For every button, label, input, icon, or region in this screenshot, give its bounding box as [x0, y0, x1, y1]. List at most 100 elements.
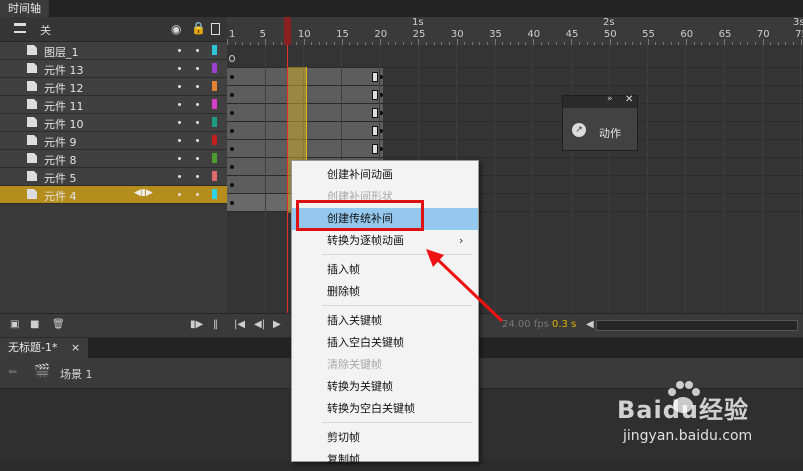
document-tab[interactable]: 无标题-1* × — [0, 338, 89, 358]
visibility-toggle[interactable] — [178, 49, 181, 52]
layer-name[interactable]: 元件 5 — [44, 170, 77, 186]
new-layer-icon[interactable]: ▣ — [10, 319, 19, 330]
document-close-button[interactable]: × — [71, 341, 80, 354]
timeline-scrollbar[interactable] — [596, 320, 798, 331]
layer-color-swatch[interactable] — [212, 99, 217, 109]
layer-row[interactable]: 元件 9 — [0, 132, 227, 150]
frame-row[interactable] — [227, 122, 803, 140]
keyframe[interactable] — [230, 147, 234, 151]
step-back-icon[interactable]: ◀| — [254, 319, 265, 330]
context-menu-item[interactable]: 转换为关键帧 — [292, 376, 478, 398]
context-menu-item[interactable]: 复制帧 — [292, 449, 478, 471]
back-arrow-icon[interactable]: ⬅ — [8, 365, 17, 378]
outline-icon[interactable] — [211, 23, 220, 35]
layer-color-swatch[interactable] — [212, 81, 217, 91]
context-menu-item[interactable]: 创建补间动画 — [292, 164, 478, 186]
lock-icon[interactable]: 🔒 — [191, 21, 206, 35]
layer-keyframe-nav-icon[interactable]: ◀▮▶ — [134, 188, 153, 198]
frame-row[interactable] — [227, 68, 803, 86]
context-menu-item[interactable]: 插入空白关键帧 — [292, 332, 478, 354]
visibility-toggle[interactable] — [178, 139, 181, 142]
layer-name[interactable]: 元件 11 — [44, 98, 84, 114]
lock-toggle[interactable] — [196, 49, 199, 52]
end-frame[interactable] — [372, 90, 378, 100]
end-frame[interactable] — [372, 126, 378, 136]
play-icon[interactable]: ▶ — [273, 319, 281, 330]
layer-row[interactable]: 元件 5 — [0, 168, 227, 186]
keyframe[interactable] — [230, 201, 234, 205]
layer-row[interactable]: 元件 4 ◀▮▶ — [0, 186, 227, 204]
layer-color-swatch[interactable] — [212, 189, 217, 199]
layer-name[interactable]: 元件 13 — [44, 62, 84, 78]
actions-icon[interactable]: ↗ — [572, 123, 586, 137]
context-menu-item[interactable]: 剪切帧 — [292, 427, 478, 449]
layer-name[interactable]: 元件 12 — [44, 80, 84, 96]
playhead-handle[interactable] — [284, 17, 291, 45]
layer-color-swatch[interactable] — [212, 171, 217, 181]
delete-layer-icon[interactable]: 🗑 — [52, 319, 65, 330]
layer-color-swatch[interactable] — [212, 45, 217, 55]
lock-toggle[interactable] — [196, 157, 199, 160]
time-readout[interactable]: 0.3 s — [552, 319, 576, 330]
lock-toggle[interactable] — [196, 103, 199, 106]
close-icon[interactable]: ✕ — [625, 94, 633, 105]
new-folder-icon[interactable]: ■ — [30, 319, 39, 330]
layer-color-swatch[interactable] — [212, 153, 217, 163]
tab-timeline[interactable]: 时间轴 — [0, 0, 49, 17]
visibility-toggle[interactable] — [178, 85, 181, 88]
layer-row[interactable]: 元件 13 — [0, 60, 227, 78]
frame-row[interactable] — [227, 86, 803, 104]
layer-row[interactable]: 元件 12 — [0, 78, 227, 96]
layer-color-swatch[interactable] — [212, 63, 217, 73]
camera-icon[interactable]: ▮▶ — [190, 319, 203, 330]
lock-toggle[interactable] — [196, 193, 199, 196]
collapse-icon[interactable]: » — [607, 94, 613, 104]
layer-name[interactable]: 元件 10 — [44, 116, 84, 132]
layer-color-swatch[interactable] — [212, 117, 217, 127]
eye-icon[interactable]: ◉ — [171, 22, 181, 36]
visibility-toggle[interactable] — [178, 157, 181, 160]
lock-toggle[interactable] — [196, 139, 199, 142]
frame-gridline — [800, 45, 802, 313]
layer-row[interactable]: 元件 10 — [0, 114, 227, 132]
lock-toggle[interactable] — [196, 175, 199, 178]
scroll-left-icon[interactable]: ◀ — [586, 319, 594, 330]
frame-row[interactable] — [227, 50, 803, 68]
layer-name[interactable]: 元件 4 — [44, 188, 77, 204]
keyframe[interactable] — [230, 165, 234, 169]
lock-toggle[interactable] — [196, 67, 199, 70]
empty-keyframe[interactable] — [229, 55, 235, 62]
frame-row[interactable] — [227, 104, 803, 122]
visibility-toggle[interactable] — [178, 175, 181, 178]
layer-name[interactable]: 图层_1 — [44, 44, 79, 60]
layers-menu-icon[interactable] — [14, 23, 26, 33]
visibility-toggle[interactable] — [178, 193, 181, 196]
parenting-icon[interactable]: ‖ — [213, 319, 218, 330]
layer-row[interactable]: 元件 8 — [0, 150, 227, 168]
keyframe[interactable] — [230, 93, 234, 97]
lock-toggle[interactable] — [196, 121, 199, 124]
layer-color-swatch[interactable] — [212, 135, 217, 145]
visibility-toggle[interactable] — [178, 103, 181, 106]
go-first-icon[interactable]: |◀ — [234, 319, 245, 330]
layer-row[interactable]: 元件 11 — [0, 96, 227, 114]
context-menu-item[interactable]: 清除关键帧 — [292, 354, 478, 376]
frame-row[interactable] — [227, 140, 803, 158]
end-frame[interactable] — [372, 144, 378, 154]
visibility-toggle[interactable] — [178, 121, 181, 124]
layer-row[interactable]: 图层_1 — [0, 42, 227, 60]
keyframe[interactable] — [230, 75, 234, 79]
context-menu-item[interactable]: 转换为空白关键帧 — [292, 398, 478, 420]
timeline-ruler[interactable]: 1s 2s 3s 151015202530354045505560657075 — [227, 17, 803, 46]
keyframe[interactable] — [230, 129, 234, 133]
keyframe[interactable] — [230, 111, 234, 115]
end-frame[interactable] — [372, 108, 378, 118]
layer-name[interactable]: 元件 8 — [44, 152, 77, 168]
visibility-toggle[interactable] — [178, 67, 181, 70]
end-frame[interactable] — [372, 72, 378, 82]
actions-label[interactable]: 动作 — [599, 125, 621, 141]
layer-name[interactable]: 元件 9 — [44, 134, 77, 150]
keyframe[interactable] — [230, 183, 234, 187]
lock-toggle[interactable] — [196, 85, 199, 88]
scene-label[interactable]: 场景 1 — [60, 366, 93, 382]
